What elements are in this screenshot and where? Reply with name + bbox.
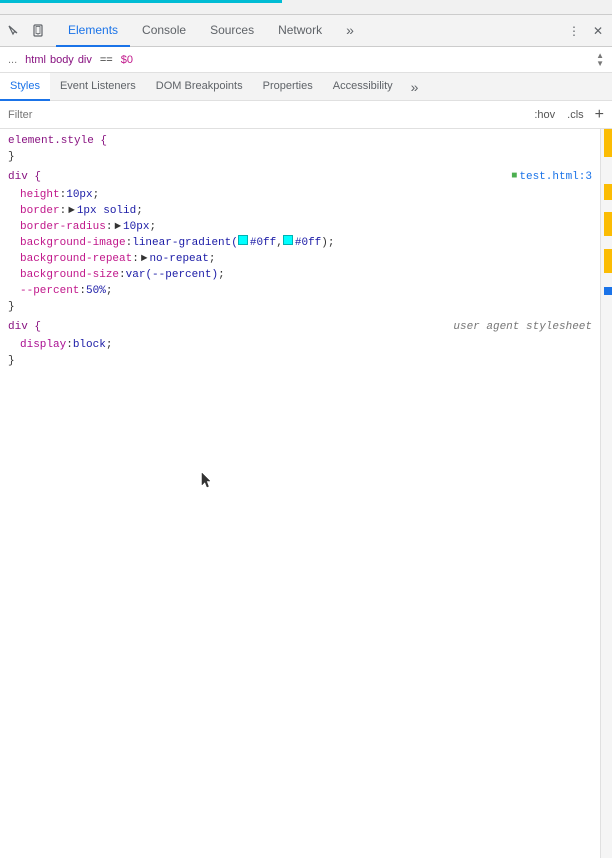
filter-buttons: :hov .cls (531, 108, 586, 122)
breadcrumb-scroll[interactable]: ▲ ▼ (596, 47, 604, 73)
gutter-mark-4 (604, 249, 612, 273)
device-icon[interactable] (28, 21, 48, 41)
devtools-tabs: Elements Console Sources Network » (56, 15, 564, 47)
tab-dom-breakpoints[interactable]: DOM Breakpoints (146, 73, 253, 101)
styles-pane[interactable]: element.style { } div { ■ test.html:3 (0, 129, 600, 858)
breadcrumb-body[interactable]: body (50, 54, 74, 66)
prop-display[interactable]: display : block ; (0, 337, 600, 353)
gutter-mark-1 (604, 129, 612, 157)
cursor-indicator (200, 471, 212, 495)
source-link[interactable]: ■ test.html:3 (511, 169, 592, 185)
prop-background-image[interactable]: background-image : linear-gradient( #0ff… (0, 235, 600, 251)
tab-more[interactable]: » (334, 15, 366, 47)
tab-network[interactable]: Network (266, 15, 334, 47)
div-ua-header[interactable]: div { user agent stylesheet (0, 317, 600, 337)
element-style-close[interactable]: } (0, 149, 600, 165)
toolbar-icons (4, 21, 48, 41)
breadcrumb-dots: ... (8, 54, 17, 66)
prop-background-repeat[interactable]: background-repeat : ► no-repeat ; (0, 251, 600, 267)
tab-accessibility[interactable]: Accessibility (323, 73, 403, 101)
right-gutter[interactable] (600, 129, 612, 858)
border-radius-expand-icon[interactable]: ► (114, 219, 121, 235)
element-style-selector[interactable]: element.style { (0, 133, 600, 149)
tab-elements[interactable]: Elements (56, 15, 130, 47)
prop-background-size[interactable]: background-size : var(--percent) ; (0, 267, 600, 283)
hov-filter-button[interactable]: :hov (531, 108, 558, 122)
devtools-panel: Elements Console Sources Network » ⋮ ✕ (0, 14, 612, 858)
code-area: element.style { } div { ■ test.html:3 (0, 129, 612, 858)
prop-border[interactable]: border : ► 1px solid ; (0, 203, 600, 219)
div-rule-header[interactable]: div { ■ test.html:3 (0, 167, 600, 187)
cls-filter-button[interactable]: .cls (564, 108, 587, 122)
div-ua-rule: div { user agent stylesheet display : bl… (0, 317, 600, 369)
filter-input[interactable] (8, 109, 523, 121)
breadcrumb-html[interactable]: html (25, 54, 46, 66)
scroll-down-icon[interactable]: ▼ (596, 60, 604, 68)
browser-top-bar (0, 0, 612, 14)
color-swatch-1[interactable] (238, 235, 248, 245)
gutter-mark-5 (604, 287, 612, 295)
close-devtools-button[interactable]: ✕ (588, 21, 608, 41)
prop-border-radius[interactable]: border-radius : ► 10px ; (0, 219, 600, 235)
breadcrumb-bar: ... html body div == $0 ▲ ▼ (0, 47, 612, 73)
filter-bar: :hov .cls + (0, 101, 612, 129)
gutter-mark-3 (604, 212, 612, 236)
gutter-mark-2 (604, 184, 612, 200)
tab-properties[interactable]: Properties (253, 73, 323, 101)
source-link-icon: ■ (511, 169, 517, 185)
bg-repeat-expand-icon[interactable]: ► (141, 251, 148, 267)
tab-styles[interactable]: Styles (0, 73, 50, 101)
breadcrumb-div[interactable]: div (78, 54, 92, 66)
breadcrumb-dollar: $0 (121, 54, 133, 66)
add-style-button[interactable]: + (595, 107, 604, 123)
div-rule: div { ■ test.html:3 height : 10px ; bord… (0, 167, 600, 315)
inspect-icon[interactable] (4, 21, 24, 41)
styles-tabs-more[interactable]: » (407, 79, 423, 95)
div-rule-close[interactable]: } (0, 299, 600, 315)
progress-bar (0, 0, 282, 3)
tab-event-listeners[interactable]: Event Listeners (50, 73, 146, 101)
styles-tabs: Styles Event Listeners DOM Breakpoints P… (0, 73, 612, 101)
devtools-toolbar: Elements Console Sources Network » ⋮ ✕ (0, 15, 612, 47)
user-agent-label: user agent stylesheet (453, 319, 592, 335)
tab-console[interactable]: Console (130, 15, 198, 47)
prop-percent-var[interactable]: --percent : 50% ; (0, 283, 600, 299)
toolbar-right: ⋮ ✕ (564, 21, 608, 41)
prop-height[interactable]: height : 10px ; (0, 187, 600, 203)
border-expand-icon[interactable]: ► (68, 203, 75, 219)
element-style-rule: element.style { } (0, 133, 600, 165)
color-swatch-2[interactable] (283, 235, 293, 245)
div-ua-close[interactable]: } (0, 353, 600, 369)
tab-sources[interactable]: Sources (198, 15, 266, 47)
settings-icon[interactable]: ⋮ (564, 21, 584, 41)
